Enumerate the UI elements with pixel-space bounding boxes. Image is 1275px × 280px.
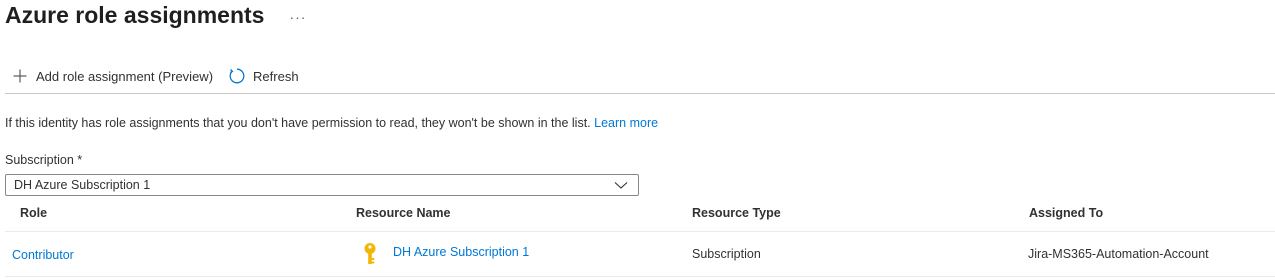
row-divider bbox=[5, 276, 1275, 277]
plus-icon bbox=[11, 67, 29, 85]
assigned-to-cell: Jira-MS365-Automation-Account bbox=[1028, 247, 1209, 261]
page-title: Azure role assignments bbox=[5, 2, 265, 28]
role-link[interactable]: Contributor bbox=[12, 248, 74, 262]
add-role-assignment-button[interactable]: Add role assignment (Preview) bbox=[11, 67, 213, 85]
column-header-assigned-to[interactable]: Assigned To bbox=[1029, 206, 1103, 220]
column-header-role[interactable]: Role bbox=[20, 206, 47, 220]
column-header-resource-type[interactable]: Resource Type bbox=[692, 206, 781, 220]
title-row: Azure role assignments ··· bbox=[5, 2, 306, 29]
toolbar-divider bbox=[5, 93, 1275, 94]
resource-type-cell: Subscription bbox=[692, 247, 761, 261]
subscription-dropdown[interactable]: DH Azure Subscription 1 bbox=[5, 174, 639, 196]
learn-more-link[interactable]: Learn more bbox=[594, 116, 658, 130]
table-header: Role Resource Name Resource Type Assigne… bbox=[5, 206, 1275, 232]
key-icon bbox=[364, 243, 376, 264]
refresh-label: Refresh bbox=[253, 68, 299, 84]
table-row: Contributor DH Azure Subscription 1 Subs… bbox=[5, 232, 1275, 276]
resource-name-link[interactable]: DH Azure Subscription 1 bbox=[393, 245, 529, 259]
chevron-down-icon bbox=[614, 182, 628, 189]
refresh-button[interactable]: Refresh bbox=[228, 67, 299, 85]
more-options-button[interactable]: ··· bbox=[289, 9, 306, 25]
subscription-label: Subscription * bbox=[5, 153, 83, 167]
permission-info: If this identity has role assignments th… bbox=[5, 116, 658, 130]
subscription-selected-value: DH Azure Subscription 1 bbox=[14, 178, 151, 192]
role-assignments-page: Azure role assignments ··· Add role assi… bbox=[0, 0, 1275, 280]
refresh-icon bbox=[228, 67, 246, 85]
permission-info-text: If this identity has role assignments th… bbox=[5, 116, 591, 130]
command-bar: Add role assignment (Preview) Refresh bbox=[11, 66, 299, 86]
column-header-resource-name[interactable]: Resource Name bbox=[356, 206, 451, 220]
add-role-assignment-label: Add role assignment (Preview) bbox=[36, 68, 214, 84]
